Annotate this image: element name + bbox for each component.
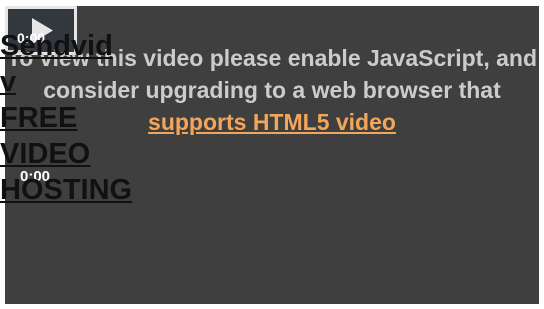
- logo-line: FREE: [0, 102, 78, 134]
- site-logo-link[interactable]: Sendvid v FREE VIDEO HOSTING: [0, 28, 150, 208]
- logo-line: v: [0, 66, 17, 98]
- html5-support-link[interactable]: supports HTML5 video: [148, 109, 396, 135]
- logo-line: VIDEO: [0, 138, 91, 170]
- logo-line: Sendvid: [0, 30, 113, 62]
- logo-line: HOSTING: [0, 174, 133, 206]
